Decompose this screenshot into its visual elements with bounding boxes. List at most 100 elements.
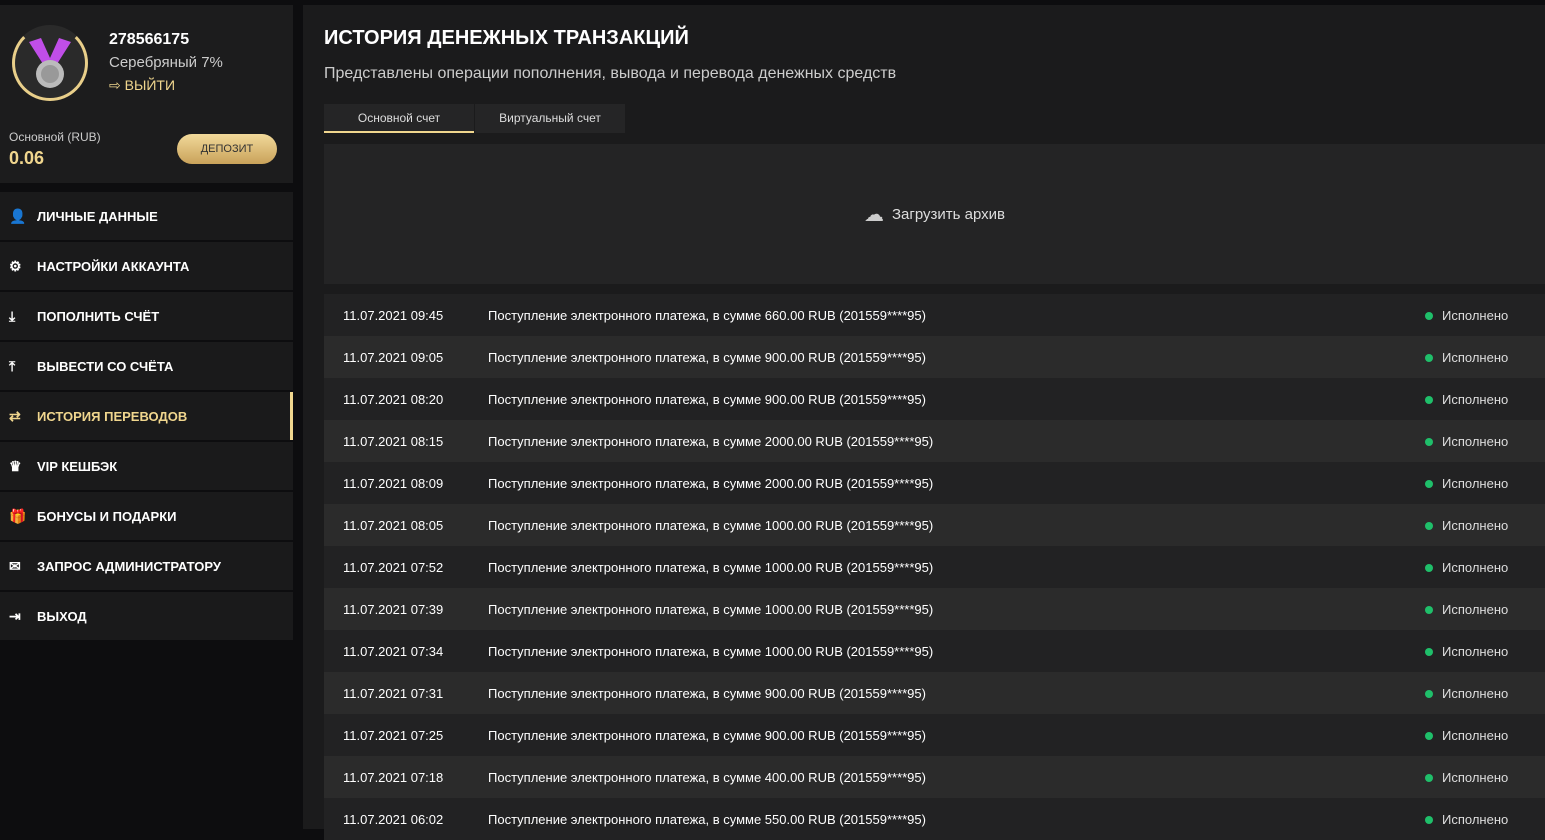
- status-dot-icon: [1425, 395, 1433, 404]
- status-badge: Исполнено: [1425, 686, 1545, 701]
- status-dot-icon: [1425, 311, 1433, 320]
- transactions-table: 11.07.2021 09:45 Поступление электронного…: [324, 294, 1545, 840]
- sidebar-item-0[interactable]: 👤 ЛИЧНЫЕ ДАННЫЕ: [0, 192, 293, 240]
- table-row: 11.07.2021 07:39 Поступление электронного…: [324, 588, 1545, 630]
- transaction-date: 11.07.2021 07:39: [343, 601, 444, 617]
- status-badge: Исполнено: [1425, 602, 1545, 617]
- table-row: 11.07.2021 07:31 Поступление электронного…: [324, 672, 1545, 714]
- transaction-description: Поступление электронного платежа, в сумм…: [488, 517, 934, 533]
- sidebar-item-4[interactable]: ⇄ ИСТОРИЯ ПЕРЕВОДОВ: [0, 392, 293, 440]
- sidebar-item-label: ПОПОЛНИТЬ СЧЁТ: [37, 308, 160, 324]
- logout-label: ВЫЙТИ: [124, 77, 176, 93]
- gears-icon: ⚙: [9, 257, 22, 274]
- profile-card: 278566175 Серебряный 7% ⇨ ВЫЙТИ Основной…: [0, 5, 293, 183]
- transaction-date: 11.07.2021 07:31: [343, 685, 444, 701]
- sidebar-item-7[interactable]: ✉ ЗАПРОС АДМИНИСТРАТОРУ: [0, 542, 293, 590]
- table-row: 11.07.2021 07:18 Поступление электронного…: [324, 756, 1545, 798]
- envelope-icon: ✉: [9, 557, 21, 574]
- sidebar-item-5[interactable]: ♛ VIP КЕШБЭК: [0, 442, 293, 490]
- status-badge: Исполнено: [1425, 728, 1545, 743]
- sidebar-item-8[interactable]: ⇥ ВЫХОД: [0, 592, 293, 640]
- transaction-date: 11.07.2021 07:34: [343, 643, 444, 659]
- table-row: 11.07.2021 08:05 Поступление электронного…: [324, 504, 1545, 546]
- sidebar-item-label: ИСТОРИЯ ПЕРЕВОДОВ: [37, 408, 188, 424]
- table-row: 11.07.2021 07:34 Поступление электронного…: [324, 630, 1545, 672]
- transaction-description: Поступление электронного платежа, в сумм…: [488, 811, 926, 827]
- balance-value: 0.06: [9, 148, 45, 168]
- sidebar-item-6[interactable]: 🎁 БОНУСЫ И ПОДАРКИ: [0, 492, 293, 540]
- table-row: 11.07.2021 09:45 Поступление электронного…: [324, 294, 1545, 336]
- table-row: 11.07.2021 09:05 Поступление электронного…: [324, 336, 1545, 378]
- status-label: Исполнено: [1442, 475, 1509, 491]
- status-dot-icon: [1425, 353, 1433, 362]
- sidebar: 278566175 Серебряный 7% ⇨ ВЫЙТИ Основной…: [0, 5, 293, 642]
- status-dot-icon: [1425, 437, 1433, 446]
- sidebar-item-label: НАСТРОЙКИ АККАУНТА: [37, 258, 190, 274]
- cloud-download-icon: ☁: [863, 203, 884, 226]
- sidebar-item-2[interactable]: ⤓ ПОПОЛНИТЬ СЧЁТ: [0, 292, 293, 340]
- status-badge: Исполнено: [1425, 812, 1545, 827]
- status-dot-icon: [1425, 479, 1433, 488]
- transaction-description: Поступление электронного платежа, в сумм…: [488, 559, 934, 575]
- sidebar-item-3[interactable]: ⤒ ВЫВЕСТИ СО СЧЁТА: [0, 342, 293, 390]
- transaction-description: Поступление электронного платежа, в сумм…: [488, 727, 926, 743]
- transaction-description: Поступление электронного платежа, в сумм…: [488, 433, 934, 449]
- status-badge: Исполнено: [1425, 770, 1545, 785]
- sidebar-menu: 👤 ЛИЧНЫЕ ДАННЫЕ ⚙ НАСТРОЙКИ АККАУНТА ⤓ ПОПОЛН…: [0, 192, 293, 640]
- status-label: Исполнено: [1442, 307, 1509, 323]
- status-badge: Исполнено: [1425, 644, 1545, 659]
- transaction-description: Поступление электронного платежа, в сумм…: [488, 307, 926, 323]
- crown-icon: ♛: [9, 457, 22, 474]
- transaction-description: Поступление электронного платежа, в сумм…: [488, 685, 926, 701]
- table-row: 11.07.2021 08:09 Поступление электронного…: [324, 462, 1545, 504]
- status-label: Исполнено: [1442, 559, 1509, 575]
- sidebar-item-label: ВЫХОД: [37, 608, 87, 624]
- status-label: Исполнено: [1442, 517, 1509, 533]
- transaction-date: 11.07.2021 07:25: [343, 727, 444, 743]
- upload-icon: ⤒: [9, 357, 16, 374]
- status-label: Исполнено: [1442, 433, 1509, 449]
- status-label: Исполнено: [1442, 601, 1509, 617]
- status-dot-icon: [1425, 815, 1433, 824]
- user-id: 278566175: [109, 31, 190, 48]
- transaction-date: 11.07.2021 08:09: [343, 475, 444, 491]
- rank-label: Серебряный 7%: [109, 54, 223, 71]
- transaction-date: 11.07.2021 08:20: [343, 391, 444, 407]
- sign-out-icon: ⇨: [109, 77, 125, 93]
- transaction-description: Поступление электронного платежа, в сумм…: [488, 643, 934, 659]
- status-dot-icon: [1425, 605, 1433, 614]
- download-icon: ⤓: [9, 307, 16, 324]
- transaction-date: 11.07.2021 07:18: [343, 769, 444, 785]
- account-tabs: Основной счет Виртуальный счет: [324, 104, 626, 133]
- status-label: Исполнено: [1442, 391, 1509, 407]
- transaction-description: Поступление электронного платежа, в сумм…: [488, 475, 934, 491]
- user-plus-icon: 👤: [9, 207, 27, 224]
- table-row: 11.07.2021 06:02 Поступление электронного…: [324, 798, 1545, 840]
- status-badge: Исполнено: [1425, 476, 1545, 491]
- sidebar-item-label: БОНУСЫ И ПОДАРКИ: [37, 508, 177, 524]
- table-row: 11.07.2021 07:52 Поступление электронного…: [324, 546, 1545, 588]
- page-title: ИСТОРИЯ ДЕНЕЖНЫХ ТРАНЗАКЦИЙ: [324, 27, 689, 49]
- exchange-icon: ⇄: [9, 407, 21, 424]
- medal-icon: [29, 38, 71, 88]
- tab-virtual-account[interactable]: Виртуальный счет: [475, 104, 625, 133]
- sidebar-item-label: ЗАПРОС АДМИНИСТРАТОРУ: [37, 558, 221, 574]
- sidebar-item-1[interactable]: ⚙ НАСТРОЙКИ АККАУНТА: [0, 242, 293, 290]
- transaction-date: 11.07.2021 06:02: [343, 811, 444, 827]
- status-label: Исполнено: [1442, 685, 1509, 701]
- status-label: Исполнено: [1442, 349, 1509, 365]
- transaction-date: 11.07.2021 09:45: [343, 307, 444, 323]
- main-panel: ИСТОРИЯ ДЕНЕЖНЫХ ТРАНЗАКЦИЙ Представлены…: [303, 5, 1545, 840]
- deposit-button[interactable]: ДЕПОЗИТ: [177, 134, 277, 164]
- download-archive-button[interactable]: Загрузить архив: [892, 206, 1005, 223]
- logout-link[interactable]: ⇨ ВЫЙТИ: [109, 77, 175, 94]
- status-label: Исполнено: [1442, 769, 1509, 785]
- status-badge: Исполнено: [1425, 434, 1545, 449]
- transaction-description: Поступление электронного платежа, в сумм…: [488, 349, 926, 365]
- tab-main-account[interactable]: Основной счет: [324, 104, 474, 133]
- status-label: Исполнено: [1442, 811, 1509, 827]
- transaction-description: Поступление электронного платежа, в сумм…: [488, 769, 926, 785]
- medal-avatar: [12, 25, 88, 101]
- transaction-date: 11.07.2021 09:05: [343, 349, 444, 365]
- sidebar-item-label: ЛИЧНЫЕ ДАННЫЕ: [37, 208, 158, 224]
